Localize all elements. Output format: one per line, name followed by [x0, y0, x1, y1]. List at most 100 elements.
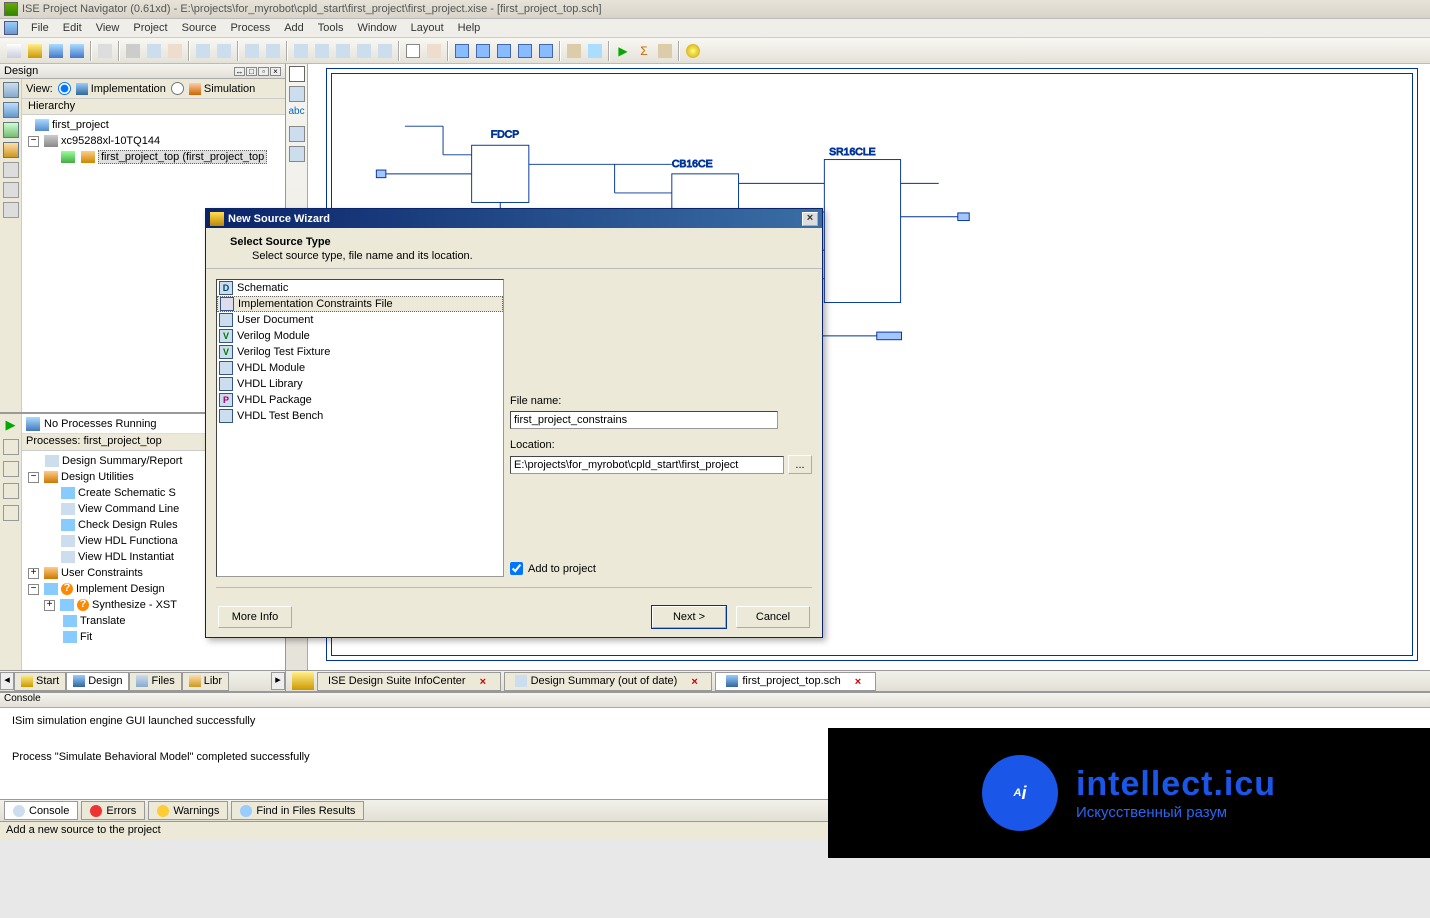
next-button[interactable]: Next >	[652, 606, 726, 628]
file-group-icon[interactable]	[292, 672, 314, 690]
proc-item[interactable]: Design Summary/Report	[62, 455, 182, 467]
tab-schematic[interactable]: first_project_top.sch×	[715, 672, 875, 691]
proc-item[interactable]: View Command Line	[78, 503, 179, 515]
menu-help[interactable]: Help	[451, 20, 488, 36]
win4-button[interactable]	[515, 41, 535, 61]
menu-file[interactable]: File	[24, 20, 56, 36]
wrench-button[interactable]	[564, 41, 584, 61]
panel-float-icon[interactable]: □	[246, 67, 257, 76]
win2-button[interactable]	[473, 41, 493, 61]
close-icon[interactable]: ×	[691, 676, 701, 686]
proc-item[interactable]: Create Schematic S	[78, 487, 176, 499]
scroll-left-button[interactable]: ◂	[0, 672, 14, 690]
print-button[interactable]	[95, 41, 115, 61]
proc-icon-4[interactable]	[3, 483, 19, 499]
source-type-list[interactable]: DSchematic Implementation Constraints Fi…	[216, 279, 504, 577]
close-icon[interactable]: ×	[480, 676, 490, 686]
tab-warnings[interactable]: Warnings	[148, 801, 228, 820]
zoomfit-button[interactable]	[333, 41, 353, 61]
proc-icon-3[interactable]	[3, 461, 19, 477]
menu-window[interactable]: Window	[350, 20, 403, 36]
implementation-radio[interactable]	[58, 82, 71, 95]
scroll-right-button[interactable]: ▸	[271, 672, 285, 690]
proc-item[interactable]: Design Utilities	[61, 471, 134, 483]
source-type-item[interactable]: VVerilog Module	[217, 328, 503, 344]
bus-tool-icon[interactable]	[289, 146, 305, 162]
simulation-radio[interactable]	[171, 82, 184, 95]
proc-item[interactable]: View HDL Instantiat	[78, 551, 174, 563]
hand-button[interactable]	[424, 41, 444, 61]
tab-summary[interactable]: Design Summary (out of date)×	[504, 672, 713, 691]
zoomout-button[interactable]	[312, 41, 332, 61]
tree-project[interactable]: first_project	[52, 119, 109, 131]
opt2-icon[interactable]	[3, 182, 19, 198]
goto-button[interactable]	[263, 41, 283, 61]
menu-view[interactable]: View	[89, 20, 127, 36]
document-icon[interactable]	[4, 21, 18, 35]
cancel-button[interactable]: Cancel	[736, 606, 810, 628]
sources-icon[interactable]	[3, 82, 19, 98]
menu-project[interactable]: Project	[126, 20, 174, 36]
open-button[interactable]	[25, 41, 45, 61]
menu-layout[interactable]: Layout	[404, 20, 451, 36]
redo-button[interactable]	[214, 41, 234, 61]
source-type-item[interactable]: VHDL Library	[217, 376, 503, 392]
menu-add[interactable]: Add	[277, 20, 311, 36]
wizard-close-button[interactable]: ×	[802, 212, 818, 226]
panel-close-icon[interactable]: ×	[270, 67, 281, 76]
zoomin-button[interactable]	[291, 41, 311, 61]
win1-button[interactable]	[452, 41, 472, 61]
help-button[interactable]	[585, 41, 605, 61]
panel-max-icon[interactable]: ▫	[258, 67, 269, 76]
opt1-icon[interactable]	[3, 162, 19, 178]
expand-icon[interactable]: +	[28, 568, 39, 579]
source-type-item[interactable]: PVHDL Package	[217, 392, 503, 408]
proc-item[interactable]: Check Design Rules	[78, 519, 178, 531]
collapse-icon[interactable]: −	[28, 472, 39, 483]
net-tool-icon[interactable]	[289, 126, 305, 142]
proc-item[interactable]: Synthesize - XST	[92, 599, 177, 611]
close-icon[interactable]: ×	[855, 676, 865, 686]
menu-tools[interactable]: Tools	[311, 20, 351, 36]
source-type-item-selected[interactable]: Implementation Constraints File	[217, 296, 503, 312]
undo-button[interactable]	[193, 41, 213, 61]
find-button[interactable]	[242, 41, 262, 61]
proc-item[interactable]: Translate	[80, 615, 125, 627]
settings-button[interactable]	[655, 41, 675, 61]
menu-source[interactable]: Source	[175, 20, 224, 36]
select-tool-icon[interactable]	[289, 66, 305, 82]
proc-item[interactable]: Implement Design	[76, 583, 165, 595]
source-type-item[interactable]: VHDL Module	[217, 360, 503, 376]
moreinfo-button[interactable]: More Info	[218, 606, 292, 628]
win5-button[interactable]	[536, 41, 556, 61]
collapse-icon[interactable]: −	[28, 584, 39, 595]
copy-button[interactable]	[144, 41, 164, 61]
paste-button[interactable]	[165, 41, 185, 61]
opt3-icon[interactable]	[3, 202, 19, 218]
zoom100-button[interactable]	[375, 41, 395, 61]
source-type-item[interactable]: DSchematic	[217, 280, 503, 296]
tab-errors[interactable]: Errors	[81, 801, 145, 820]
run-button[interactable]: ▶	[613, 41, 633, 61]
tree-device[interactable]: xc95288xl-10TQ144	[61, 135, 160, 147]
proc-icon-5[interactable]	[3, 505, 19, 521]
pointer-button[interactable]	[403, 41, 423, 61]
win3-button[interactable]	[494, 41, 514, 61]
libs-icon[interactable]	[3, 142, 19, 158]
save-button[interactable]	[46, 41, 66, 61]
menu-edit[interactable]: Edit	[56, 20, 89, 36]
tab-files[interactable]: Files	[129, 672, 181, 691]
collapse-icon[interactable]: −	[28, 136, 39, 147]
wire-tool-icon[interactable]	[289, 86, 305, 102]
browse-button[interactable]: ...	[788, 455, 812, 474]
proc-item[interactable]: View HDL Functiona	[78, 535, 178, 547]
tab-findresults[interactable]: Find in Files Results	[231, 801, 364, 820]
location-input[interactable]	[510, 456, 784, 474]
saveall-button[interactable]	[67, 41, 87, 61]
expand-icon[interactable]: +	[44, 600, 55, 611]
cut-button[interactable]	[123, 41, 143, 61]
panel-left-icon[interactable]: ↔	[234, 67, 245, 76]
tab-start[interactable]: Start	[14, 672, 66, 691]
hierarchy-icon[interactable]	[3, 102, 19, 118]
proc-icon-2[interactable]	[3, 439, 19, 455]
